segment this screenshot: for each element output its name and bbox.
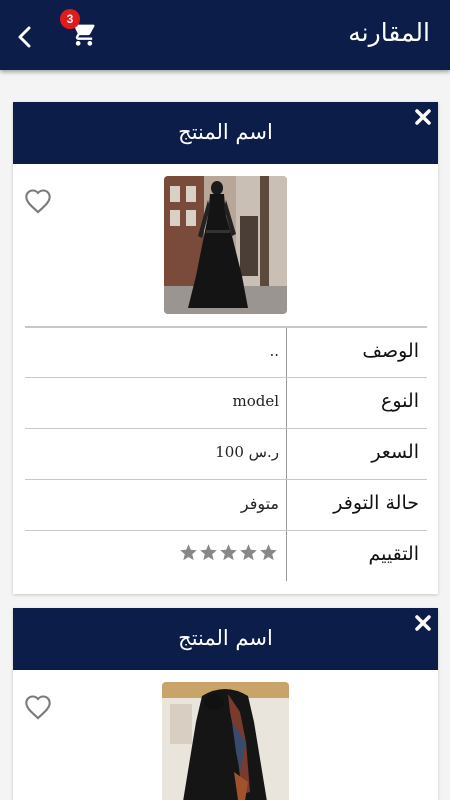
card-header: اسم المنتج [13,102,438,164]
spec-value: model [232,392,279,410]
favorite-button[interactable] [24,188,52,214]
product-title: اسم المنتج [178,626,273,650]
column-divider [286,328,287,377]
column-divider [286,378,287,428]
product-image[interactable] [162,682,289,800]
product-title: اسم المنتج [178,120,273,144]
star-icon [180,544,197,561]
column-divider [286,531,287,581]
star-icon [240,544,257,561]
spec-row-price: السعر ر.س 100 [25,428,427,479]
favorite-button[interactable] [24,694,52,720]
card-header: اسم المنتج [13,608,438,670]
spec-label: الوصف [362,340,419,362]
heart-icon [25,189,51,214]
chevron-left-icon [18,26,31,48]
cart-button[interactable]: 3 [60,9,98,50]
star-icon [260,544,277,561]
spec-value: ر.س 100 [215,443,279,461]
remove-button[interactable] [412,106,434,128]
remove-button[interactable] [412,612,434,634]
product-image[interactable] [164,176,287,314]
spec-label: السعر [371,441,419,463]
spec-label: حالة التوفر [333,492,419,514]
back-button[interactable] [12,24,38,50]
product-compare-card: اسم المنتج [13,608,438,800]
product-compare-card: اسم المنتج [13,102,438,594]
spec-label: التقييم [368,543,419,565]
close-icon [415,109,431,125]
cart-count-badge: 3 [60,9,80,29]
spec-row-rating: التقييم [25,530,427,581]
page-title: المقارنه [348,18,430,47]
star-icon [200,544,217,561]
star-icon [220,544,237,561]
spec-label: النوع [381,390,419,412]
spec-table: الوصف .. النوع model السعر ر.س 100 حالة … [25,326,427,581]
spec-row-description: الوصف .. [25,326,427,377]
spec-value: .. [269,342,279,360]
column-divider [286,480,287,530]
close-icon [415,615,431,631]
column-divider [286,429,287,479]
abaya-photo [164,176,287,314]
rating-stars [179,543,278,562]
spec-row-type: النوع model [25,377,427,428]
heart-icon [25,695,51,720]
spec-value: متوفر [240,494,279,513]
spec-row-availability: حالة التوفر متوفر [25,479,427,530]
app-bar: 3 المقارنه [0,0,450,70]
abaya-photo [162,682,289,800]
